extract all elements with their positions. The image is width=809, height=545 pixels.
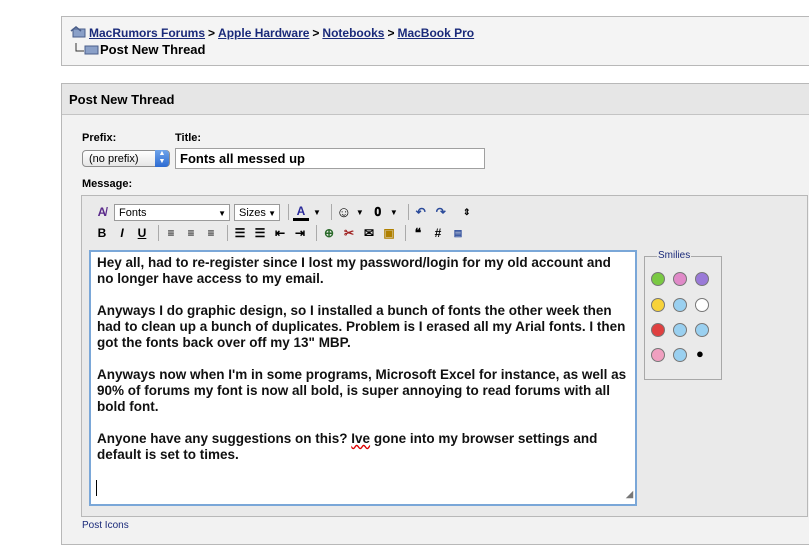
rolleyes-icon[interactable] xyxy=(673,323,687,337)
post-thread-panel: Post New Thread Prefix: Title: (no prefi… xyxy=(61,83,809,545)
toolbar-row-2: B I U ≡ ≡ ≡ ☰ ☰ ⇤ ⇥ ⊕ ✂ ✉ ▣ ❝ # ▤ xyxy=(94,223,470,243)
align-left-icon[interactable]: ≡ xyxy=(163,226,179,240)
folder-arrow-icon xyxy=(75,43,99,55)
message-label: Message: xyxy=(82,178,133,190)
attachment-icon[interactable]: 𝟎 xyxy=(370,205,386,220)
forum-home-icon[interactable] xyxy=(70,26,86,38)
ordered-list-icon[interactable]: ☰ xyxy=(232,226,248,240)
smiley-menu-icon[interactable]: ☺ xyxy=(336,204,352,221)
toolbar-divider xyxy=(316,225,317,241)
redo-icon[interactable]: ↷ xyxy=(433,205,449,219)
chevron-down-icon: ▼ xyxy=(268,208,276,218)
chevron-down-icon[interactable]: ▼ xyxy=(390,208,398,217)
code-button[interactable]: # xyxy=(430,226,446,240)
undo-icon[interactable]: ↶ xyxy=(413,205,429,219)
message-paragraph-4: Anyone have any suggestions on this? Ive… xyxy=(97,431,629,463)
toolbar-divider xyxy=(158,225,159,241)
resize-icon[interactable]: ⇕ xyxy=(459,207,475,218)
toolbar-divider xyxy=(330,204,332,220)
resize-grip-icon[interactable]: ◢ xyxy=(626,486,633,502)
breadcrumb-link-macrumors-forums[interactable]: MacRumors Forums xyxy=(89,26,205,40)
cool-icon[interactable] xyxy=(695,323,709,337)
apple-icon[interactable]: ● xyxy=(696,346,704,361)
text-caret xyxy=(96,480,97,496)
confused-icon[interactable] xyxy=(673,298,687,312)
font-color-icon[interactable]: A xyxy=(293,204,309,221)
email-link-icon[interactable]: ✉ xyxy=(361,226,377,240)
align-right-icon[interactable]: ≡ xyxy=(203,226,219,240)
smilies-box: Smilies ● xyxy=(644,250,722,380)
breadcrumb-separator: > xyxy=(312,26,320,40)
title-label: Title: xyxy=(175,132,202,144)
misspelled-word: Ive xyxy=(351,431,371,446)
editor-box: A̸ Fonts ▼ Sizes ▼ A ▼ ☺ ▼ 𝟎 ▼ ↶ ↷ ⇕ B I U ≡ … xyxy=(81,195,808,517)
breadcrumb-current: Post New Thread xyxy=(74,42,205,57)
post-icons-legend: Post Icons xyxy=(82,520,129,531)
panel-header: Post New Thread xyxy=(62,84,809,115)
breadcrumb: MacRumors Forums > Apple Hardware > Notebook… xyxy=(70,26,474,40)
toolbar-divider xyxy=(288,204,289,220)
toolbar-divider xyxy=(405,225,406,241)
message-textarea[interactable]: Hey all, had to re-register since I lost… xyxy=(89,250,637,506)
unordered-list-icon[interactable]: ☰ xyxy=(252,226,268,240)
quote-icon[interactable]: ❝ xyxy=(410,226,426,240)
unlink-icon[interactable]: ✂ xyxy=(341,226,357,240)
image-icon[interactable]: ▣ xyxy=(381,226,397,240)
breadcrumb-separator: > xyxy=(208,26,216,40)
php-icon[interactable]: ▤ xyxy=(450,228,466,239)
breadcrumb-link-macbook-pro[interactable]: MacBook Pro xyxy=(397,26,474,40)
breadcrumb-box: MacRumors Forums > Apple Hardware > Notebook… xyxy=(61,16,809,66)
chevron-down-icon: ▼ xyxy=(218,208,226,218)
wink-icon[interactable] xyxy=(651,348,665,362)
link-icon[interactable]: ⊕ xyxy=(321,226,337,240)
prefix-select[interactable]: (no prefix) ▲ ▼ xyxy=(82,150,170,167)
chevron-down-icon[interactable]: ▼ xyxy=(356,208,364,217)
italic-button[interactable]: I xyxy=(114,226,130,240)
purple-face-icon[interactable] xyxy=(695,272,709,286)
indent-icon[interactable]: ⇥ xyxy=(292,226,308,240)
current-page-label: Post New Thread xyxy=(100,42,206,57)
tongue-icon[interactable] xyxy=(673,272,687,286)
grin-icon[interactable] xyxy=(651,272,665,286)
toolbar-divider xyxy=(407,204,409,220)
breadcrumb-link-apple-hardware[interactable]: Apple Hardware xyxy=(218,26,309,40)
bold-button[interactable]: B xyxy=(94,226,110,240)
shocked-icon[interactable] xyxy=(695,298,709,312)
message-paragraph: Anyways I do graphic design, so I instal… xyxy=(97,303,626,350)
message-text: Anyone have any suggestions on this? xyxy=(97,431,352,446)
prefix-label: Prefix: xyxy=(82,132,117,144)
toolbar-row-1: A̸ Fonts ▼ Sizes ▼ A ▼ ☺ ▼ 𝟎 ▼ ↶ ↷ ⇕ xyxy=(94,202,479,222)
underline-button[interactable]: U xyxy=(134,226,150,240)
font-select[interactable]: Fonts ▼ xyxy=(114,203,230,221)
toolbar-divider xyxy=(227,225,228,241)
size-select[interactable]: Sizes ▼ xyxy=(234,203,280,221)
size-select-label: Sizes xyxy=(239,206,266,219)
outdent-icon[interactable]: ⇤ xyxy=(272,226,288,240)
message-paragraph: Anyways now when I'm in some programs, M… xyxy=(97,367,627,414)
breadcrumb-separator: > xyxy=(387,26,395,40)
align-center-icon[interactable]: ≡ xyxy=(183,226,199,240)
title-input[interactable] xyxy=(175,148,485,169)
chevron-down-icon[interactable]: ▼ xyxy=(313,208,321,217)
smile-icon[interactable] xyxy=(651,298,665,312)
font-select-label: Fonts xyxy=(119,206,147,219)
mad-icon[interactable] xyxy=(651,323,665,337)
remove-format-icon[interactable]: A̸ xyxy=(94,205,110,219)
smilies-legend: Smilies xyxy=(657,250,692,261)
happy-icon[interactable] xyxy=(673,348,687,362)
breadcrumb-link-notebooks[interactable]: Notebooks xyxy=(322,26,384,40)
prefix-value: (no prefix) xyxy=(89,153,139,165)
select-arrows-icon: ▲ ▼ xyxy=(155,150,169,167)
message-paragraph: Hey all, had to re-register since I lost… xyxy=(97,255,611,286)
